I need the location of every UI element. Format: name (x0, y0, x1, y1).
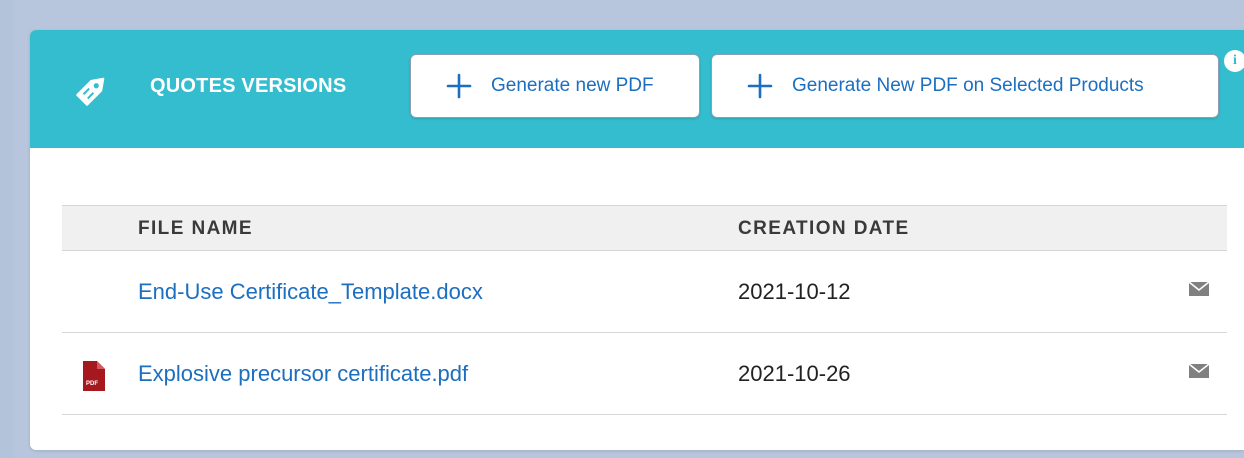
generate-pdf-selected-products-button[interactable]: Generate New PDF on Selected Products (711, 54, 1219, 118)
file-link[interactable]: Explosive precursor certificate.pdf (138, 333, 468, 415)
quotes-versions-card: QUOTES VERSIONS Generate new PDF Generat… (30, 30, 1244, 450)
table-row: PDF Explosive precursor certificate.pdf … (62, 333, 1227, 415)
generate-new-pdf-button[interactable]: Generate new PDF (410, 54, 700, 118)
pdf-icon: PDF (83, 361, 105, 391)
plus-icon (446, 73, 472, 99)
table-header-row: FILE NAME CREATION DATE (62, 205, 1227, 251)
column-header-creation-date[interactable]: CREATION DATE (738, 206, 910, 252)
creation-date-cell: 2021-10-26 (738, 361, 851, 386)
files-table: FILE NAME CREATION DATE End-Use Certific… (62, 205, 1227, 415)
table-row: End-Use Certificate_Template.docx 2021-1… (62, 251, 1227, 333)
card-header: QUOTES VERSIONS Generate new PDF Generat… (30, 30, 1244, 148)
plus-icon (747, 73, 773, 99)
section-title: QUOTES VERSIONS (150, 75, 347, 97)
info-icon[interactable]: i (1224, 50, 1244, 72)
mail-icon[interactable] (1184, 278, 1214, 300)
svg-text:PDF: PDF (86, 381, 98, 387)
left-panel-edge (0, 0, 14, 458)
mail-icon[interactable] (1184, 360, 1214, 382)
tag-icon (76, 77, 105, 106)
page: QUOTES VERSIONS Generate new PDF Generat… (0, 0, 1244, 458)
creation-date-cell: 2021-10-12 (738, 279, 851, 304)
generate-new-pdf-label: Generate new PDF (491, 75, 654, 96)
column-header-file-name[interactable]: FILE NAME (138, 206, 253, 252)
generate-pdf-selected-products-label: Generate New PDF on Selected Products (792, 75, 1144, 96)
file-link[interactable]: End-Use Certificate_Template.docx (138, 251, 483, 333)
